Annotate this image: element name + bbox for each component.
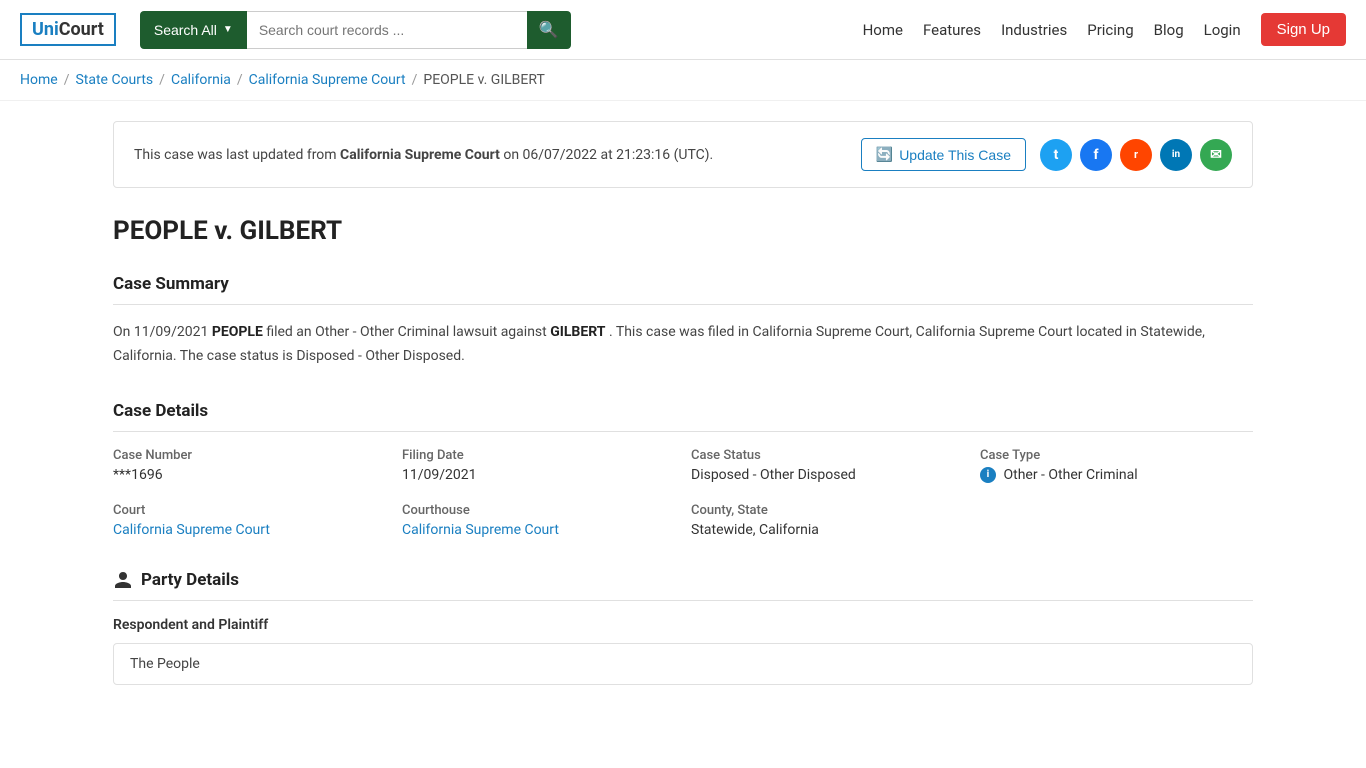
detail-county-state: County, State Statewide, California: [691, 503, 964, 538]
case-number-value: ***1696: [113, 467, 386, 483]
social-icons: t f r in ✉: [1040, 139, 1232, 171]
breadcrumb-home[interactable]: Home: [20, 72, 58, 88]
court-link[interactable]: California Supreme Court: [113, 522, 270, 538]
county-state-value: Statewide, California: [691, 522, 964, 538]
twitter-icon[interactable]: t: [1040, 139, 1072, 171]
nav-industries[interactable]: Industries: [1001, 21, 1067, 39]
update-right: 🔄 Update This Case t f r in ✉: [861, 138, 1232, 171]
case-type-label: Case Type: [980, 448, 1253, 463]
detail-filing-date: Filing Date 11/09/2021: [402, 448, 675, 483]
case-status-value: Disposed - Other Disposed: [691, 467, 964, 483]
main-nav: Home Features Industries Pricing Blog Lo…: [863, 13, 1346, 46]
search-icon: 🔍: [539, 22, 559, 39]
person-icon: [113, 570, 133, 590]
case-details-section: Case Details Case Number ***1696 Filing …: [113, 401, 1253, 538]
case-title: PEOPLE v. GILBERT: [113, 216, 1253, 246]
case-details-heading: Case Details: [113, 401, 1253, 432]
update-text: This case was last updated from Californ…: [134, 147, 713, 163]
breadcrumb-sep-3: /: [237, 72, 243, 88]
courthouse-label: Courthouse: [402, 503, 675, 518]
breadcrumb-current: PEOPLE v. GILBERT: [423, 72, 544, 88]
email-icon[interactable]: ✉: [1200, 139, 1232, 171]
update-notice: This case was last updated from Californ…: [113, 121, 1253, 188]
party-row: The People: [114, 644, 1252, 684]
info-icon: i: [980, 467, 996, 483]
party-details-section: Party Details Respondent and Plaintiff T…: [113, 570, 1253, 685]
party-details-heading: Party Details: [113, 570, 1253, 601]
facebook-icon[interactable]: f: [1080, 139, 1112, 171]
breadcrumb-california-supreme-court[interactable]: California Supreme Court: [249, 72, 406, 88]
search-all-button[interactable]: Search All ▼: [140, 11, 247, 49]
breadcrumb-sep-1: /: [64, 72, 70, 88]
chevron-down-icon: ▼: [223, 24, 233, 35]
logo[interactable]: Uni Court: [20, 13, 116, 46]
breadcrumb: Home / State Courts / California / Calif…: [0, 60, 1366, 101]
courthouse-value: California Supreme Court: [402, 522, 675, 538]
nav-home[interactable]: Home: [863, 21, 903, 39]
update-court-name: California Supreme Court: [340, 147, 500, 163]
linkedin-icon[interactable]: in: [1160, 139, 1192, 171]
party-table: The People: [113, 643, 1253, 685]
court-value: California Supreme Court: [113, 522, 386, 538]
case-number-label: Case Number: [113, 448, 386, 463]
header: Uni Court Search All ▼ 🔍 Home Features I…: [0, 0, 1366, 60]
detail-court: Court California Supreme Court: [113, 503, 386, 538]
signup-button[interactable]: Sign Up: [1261, 13, 1346, 46]
breadcrumb-state-courts[interactable]: State Courts: [75, 72, 153, 88]
nav-login[interactable]: Login: [1204, 21, 1241, 39]
court-label: Court: [113, 503, 386, 518]
plaintiff-name: PEOPLE: [212, 324, 263, 340]
breadcrumb-sep-2: /: [159, 72, 165, 88]
respondent-label: Respondent and Plaintiff: [113, 617, 1253, 633]
case-summary-section: Case Summary On 11/09/2021 PEOPLE filed …: [113, 274, 1253, 369]
defendant-name: GILBERT: [550, 324, 605, 340]
search-input[interactable]: [247, 11, 527, 49]
search-button[interactable]: 🔍: [527, 11, 571, 49]
logo-court: Court: [59, 19, 104, 40]
detail-case-status: Case Status Disposed - Other Disposed: [691, 448, 964, 483]
nav-blog[interactable]: Blog: [1154, 21, 1184, 39]
breadcrumb-california[interactable]: California: [171, 72, 231, 88]
case-status-label: Case Status: [691, 448, 964, 463]
main-content: This case was last updated from Californ…: [93, 101, 1273, 737]
courthouse-link[interactable]: California Supreme Court: [402, 522, 559, 538]
logo-uni: Uni: [32, 19, 59, 40]
breadcrumb-sep-4: /: [412, 72, 418, 88]
filing-date-label: Filing Date: [402, 448, 675, 463]
reddit-icon[interactable]: r: [1120, 139, 1152, 171]
detail-case-type: Case Type i Other - Other Criminal: [980, 448, 1253, 483]
nav-features[interactable]: Features: [923, 21, 981, 39]
detail-case-number: Case Number ***1696: [113, 448, 386, 483]
update-case-button[interactable]: 🔄 Update This Case: [861, 138, 1026, 171]
nav-pricing[interactable]: Pricing: [1087, 21, 1133, 39]
case-summary-text: On 11/09/2021 PEOPLE filed an Other - Ot…: [113, 321, 1253, 369]
detail-courthouse: Courthouse California Supreme Court: [402, 503, 675, 538]
search-group: Search All ▼ 🔍: [140, 11, 571, 49]
filing-date-value: 11/09/2021: [402, 467, 675, 483]
county-state-label: County, State: [691, 503, 964, 518]
refresh-icon: 🔄: [876, 146, 893, 163]
case-details-grid: Case Number ***1696 Filing Date 11/09/20…: [113, 448, 1253, 538]
case-summary-heading: Case Summary: [113, 274, 1253, 305]
case-type-value: i Other - Other Criminal: [980, 467, 1253, 483]
